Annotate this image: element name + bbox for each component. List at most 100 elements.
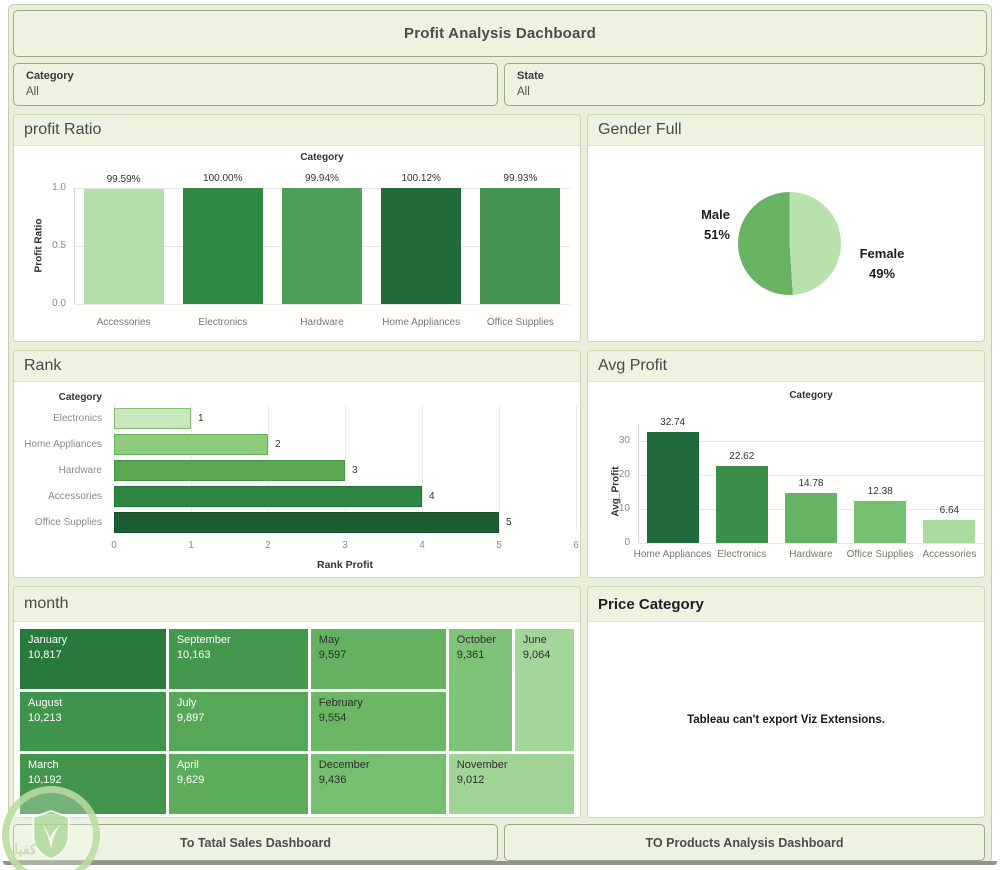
bar[interactable] (785, 492, 837, 543)
viz-extension-message: Tableau can't export Viz Extensions. (687, 714, 885, 726)
x-tick-label: 1 (188, 540, 194, 551)
bar[interactable] (114, 486, 422, 507)
bar-value-label: 3 (352, 465, 358, 476)
y-axis-line (74, 188, 75, 304)
bar[interactable] (715, 466, 768, 543)
y-category-label: Accessories (48, 491, 102, 502)
bar[interactable] (646, 431, 699, 543)
panel-avg-profit-title: Avg Profit (598, 357, 668, 374)
treemap-cell-value: 9,436 (318, 774, 347, 787)
treemap-cell[interactable]: June 9,064 (514, 629, 574, 752)
panel-avg-profit-header: Avg Profit (588, 351, 984, 382)
treemap-cell-month: October (456, 634, 496, 646)
y-category-label: Home Appliances (24, 439, 102, 450)
pie-chart[interactable] (738, 192, 841, 295)
y-category-label: Office Supplies (34, 517, 102, 528)
bar[interactable] (114, 408, 191, 429)
y-tick-label: 0.0 (52, 298, 66, 309)
filter-category-label: Category (26, 70, 74, 82)
treemap-cell-value: 9,597 (318, 649, 347, 661)
treemap-cell[interactable]: November 9,012 (448, 754, 574, 814)
filter-category[interactable]: Category All (13, 63, 498, 106)
x-category-label: Hardware (300, 317, 344, 328)
bar-value-label: 12.38 (867, 485, 893, 497)
bar[interactable] (854, 500, 907, 543)
y-category-label: Hardware (58, 465, 102, 476)
treemap-cell-month: November (456, 759, 508, 772)
filter-state-value[interactable]: All (517, 86, 972, 98)
panel-profit-ratio-title: profit Ratio (24, 121, 102, 138)
treemap-cell-value: 10,192 (28, 774, 62, 787)
slice-label-pct: 51% (703, 227, 730, 243)
treemap-cell-month: February (318, 696, 363, 709)
to-total-sales-dashboard-button[interactable]: To Tatal Sales Dashboard (13, 824, 498, 861)
treemap-cell-value: 9,629 (176, 774, 205, 787)
filter-state[interactable]: State All (504, 63, 985, 106)
x-category-label: Accessories (96, 317, 151, 328)
bar[interactable] (114, 434, 268, 455)
x-category-label: Home Appliances (382, 317, 461, 328)
bar[interactable] (182, 188, 263, 304)
panel-gender: Gender Full Male 51% Female 49% (587, 114, 985, 342)
panel-month: month January 10,817 September 10,163 May 9,5… (13, 586, 581, 818)
treemap-cell[interactable]: February 9,554 (310, 691, 446, 752)
y-category-label: Electronics (53, 413, 102, 424)
treemap-cell[interactable]: September 10,163 (168, 629, 308, 689)
treemap-cell-value: 9,064 (522, 649, 551, 661)
gridline (499, 404, 500, 534)
dashboard-title-bar: Profit Analysis Dachboard (13, 10, 987, 57)
x-tick-label: 6 (573, 540, 579, 551)
treemap-cell[interactable]: October 9,361 (448, 629, 512, 752)
y-tick-label: 20 (618, 469, 630, 480)
y-tick-label: 10 (618, 503, 630, 514)
bar-value-label: 100.12% (401, 172, 441, 184)
bar[interactable] (114, 460, 345, 481)
rank-chart: Category 0 1 2 3 4 5 6 Electronics 1 Home Applianc… (14, 382, 580, 577)
slice-label: Female 49% (836, 244, 928, 284)
x-tick-label: 2 (265, 540, 271, 551)
treemap-cell[interactable]: March 10,192 (20, 754, 166, 814)
bar-value-label: 2 (275, 439, 281, 450)
bar-value-label: 99.93% (503, 173, 538, 185)
treemap-cell-month: March (28, 759, 59, 772)
dashboard-container: Profit Analysis Dachboard Category All S… (8, 4, 992, 863)
bar-value-label: 1 (198, 413, 204, 424)
y-tick-label: 30 (618, 435, 630, 446)
panel-rank: Rank Category 0 1 2 3 4 5 6 Electronics 1 Home App… (13, 350, 581, 578)
filter-state-label: State (517, 70, 544, 82)
gridline (74, 304, 570, 305)
treemap-cell[interactable]: April 9,629 (168, 754, 308, 814)
treemap-cell-month: May (318, 634, 340, 646)
bar-value-label: 5 (506, 517, 512, 528)
panel-gender-title: Gender Full (598, 121, 682, 138)
x-tick-label: 5 (496, 540, 502, 551)
bar-value-label: 99.94% (305, 173, 339, 185)
x-tick-label: 3 (342, 540, 348, 551)
treemap-cell[interactable]: December 9,436 (310, 754, 446, 814)
bar[interactable] (83, 188, 164, 304)
treemap-cell[interactable]: May 9,597 (310, 629, 446, 689)
dashboard-screenshot: Profit Analysis Dachboard Category All S… (0, 0, 1000, 870)
x-tick-label: 0 (111, 540, 117, 551)
to-products-analysis-dashboard-label: TO Products Analysis Dashboard (645, 835, 844, 850)
column-header: Category (789, 390, 833, 401)
bar[interactable] (480, 188, 561, 304)
filter-category-value[interactable]: All (26, 86, 485, 98)
treemap-cell-value: 10,817 (28, 649, 62, 661)
y-axis-line (638, 424, 639, 543)
bar[interactable] (381, 187, 462, 304)
treemap-cell[interactable]: August 10,213 (20, 691, 166, 752)
treemap-cell[interactable]: January 10,817 (20, 629, 166, 689)
bar-value-label: 99.59% (106, 173, 141, 185)
bar-value-label: 14.78 (798, 477, 824, 489)
price-category-body: Tableau can't export Viz Extensions. (588, 622, 984, 817)
slice-label-name: Female (859, 246, 905, 261)
bar[interactable] (114, 512, 499, 533)
panel-rank-title: Rank (24, 357, 62, 374)
panel-price-category-header: Price Category (588, 587, 984, 622)
bar[interactable] (282, 188, 362, 304)
x-category-label: Accessories (922, 549, 977, 560)
bar[interactable] (923, 520, 976, 543)
to-products-analysis-dashboard-button[interactable]: TO Products Analysis Dashboard (504, 824, 985, 861)
treemap-cell[interactable]: July 9,897 (168, 691, 308, 752)
